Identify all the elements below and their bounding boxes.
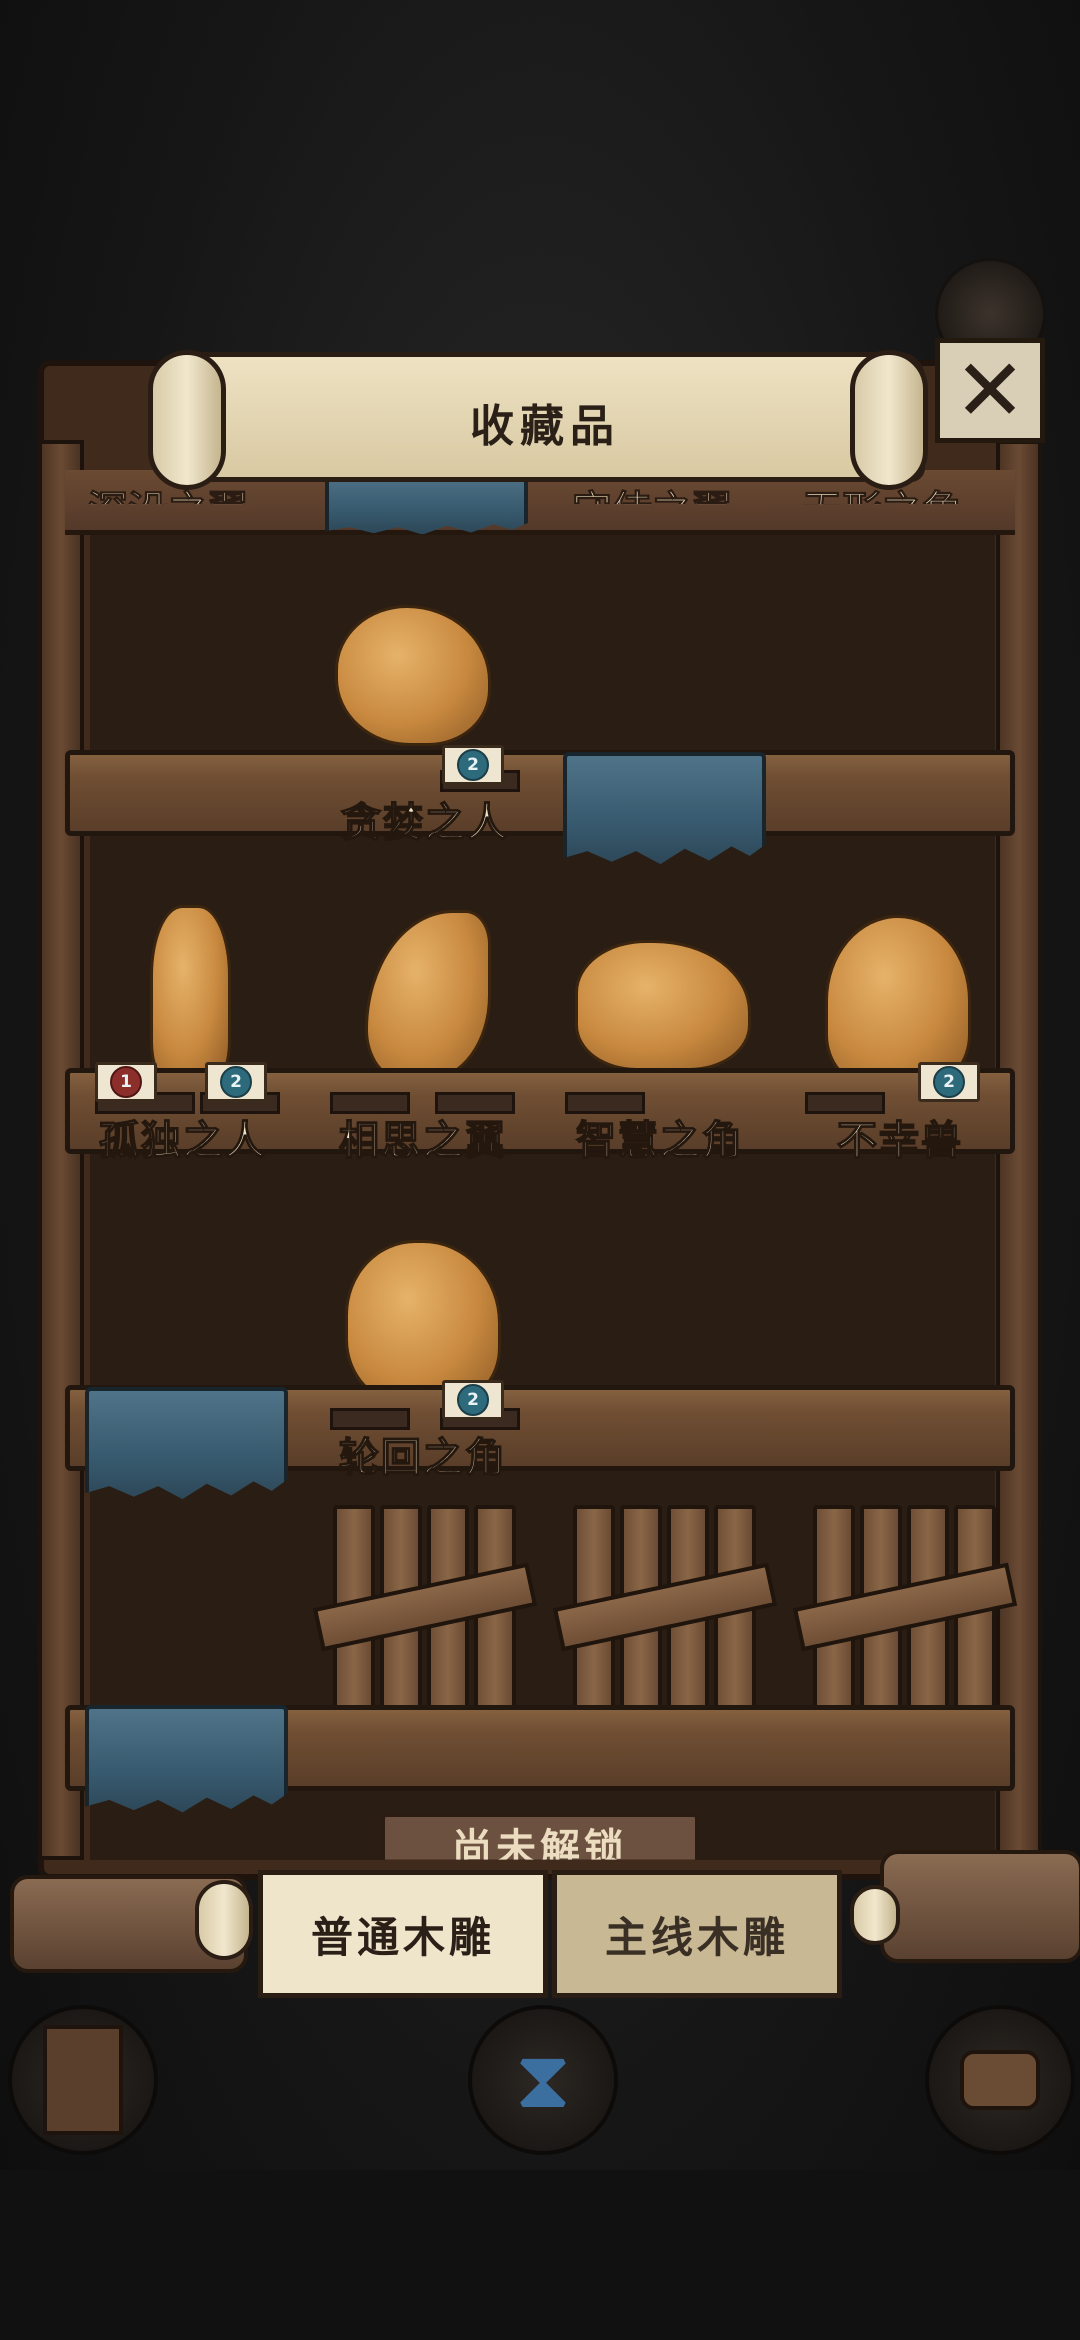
item-label: 不幸兽 xyxy=(836,1117,963,1165)
tab-normal-carvings[interactable]: 普通木雕 xyxy=(258,1870,548,1998)
axe-button[interactable] xyxy=(925,2005,1075,2155)
axe-stump-icon xyxy=(960,2050,1040,2110)
close-x-icon: ✕ xyxy=(953,340,1027,441)
gem-icon: 2 xyxy=(457,1384,489,1416)
gem-icon: 1 xyxy=(110,1066,142,1098)
close-button[interactable]: ✕ xyxy=(935,338,1045,443)
item-label: 智慧之角 xyxy=(575,1117,744,1165)
figurine-lonely-person[interactable] xyxy=(150,905,231,1081)
item-label: 相思之翼 xyxy=(338,1117,507,1165)
gem-icon: 2 xyxy=(220,1066,252,1098)
gem-icon: 2 xyxy=(933,1066,965,1098)
count-badge: 2 xyxy=(918,1062,980,1102)
paper-roll-right xyxy=(850,1885,900,1945)
door-button[interactable] xyxy=(8,2005,158,2155)
bottom-area xyxy=(0,2170,1080,2340)
tab-main-carvings[interactable]: 主线木雕 xyxy=(552,1870,842,1998)
item-label: 孤独之人 xyxy=(98,1117,267,1165)
hourglass-button[interactable]: ⧗ xyxy=(468,2005,618,2155)
count-badge: 2 xyxy=(442,1380,504,1420)
page-title: 收藏品 xyxy=(470,401,620,452)
count-badge: 2 xyxy=(442,745,504,785)
figurine-unlucky-beast[interactable] xyxy=(825,915,971,1086)
item-label: 轮回之角 xyxy=(338,1434,507,1482)
door-icon xyxy=(43,2025,123,2135)
count-badge: 1 xyxy=(95,1062,157,1102)
hourglass-icon: ⧗ xyxy=(514,2033,572,2126)
item-label: 贪婪之人 xyxy=(340,799,509,847)
paper-roll-left xyxy=(195,1880,253,1960)
count-badge: 2 xyxy=(205,1062,267,1102)
rubble-right xyxy=(880,1850,1080,1963)
gem-icon: 2 xyxy=(457,749,489,781)
